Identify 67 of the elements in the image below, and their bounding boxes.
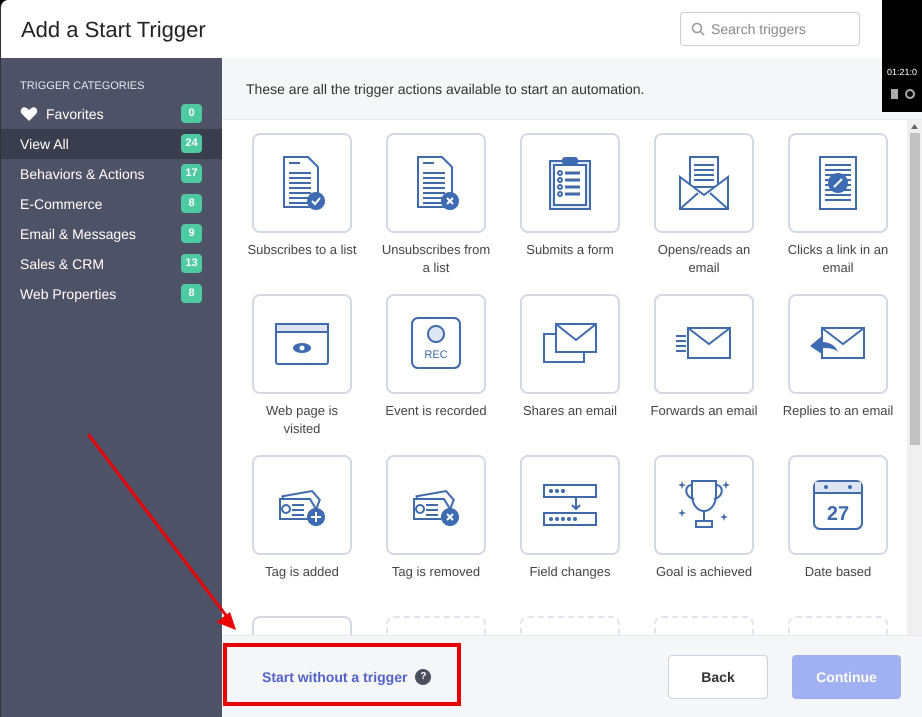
trigger-tile[interactable] [252,455,352,555]
category-item[interactable]: View All 24 [1,128,222,158]
player-time: 01:21:0 [886,66,918,79]
trigger-label: Subscribes to a list [246,241,358,259]
count-badge: 8 [181,284,202,303]
category-item[interactable]: Favorites 0 [1,98,222,128]
trigger-label: Unsubscribes from a list [380,241,492,277]
dialog-title: Add a Start Trigger [21,16,206,44]
trigger-label: Replies to an email [782,402,894,420]
trigger-label: Forwards an email [650,402,758,420]
category-item[interactable]: Web Properties 8 [1,278,222,308]
trigger-tile[interactable] [788,133,888,233]
heart-icon [20,106,38,122]
record-icon [411,317,461,369]
trigger-tile[interactable] [520,133,620,233]
trigger-tile[interactable] [654,455,754,555]
count-badge: 0 [181,104,202,123]
trigger-label: Submits a form [525,241,615,259]
trigger-label: Tag is removed [390,563,482,581]
count-badge: 24 [181,134,202,153]
trigger-label: Goal is achieved [654,563,754,581]
count-badge: 13 [181,254,202,273]
start-without-trigger-link[interactable]: Start without a trigger [262,666,408,686]
category-item[interactable]: Behaviors & Actions 17 [1,158,222,188]
trigger-tile[interactable] [520,294,620,394]
trigger-tile[interactable] [386,133,486,233]
trigger-tile[interactable] [252,133,352,233]
category-item[interactable]: E-Commerce 8 [1,188,222,218]
trigger-tile[interactable] [654,294,754,394]
category-item[interactable]: Email & Messages 9 [1,218,222,248]
trigger-label: Clicks a link in an email [786,241,890,277]
trigger-tile[interactable]: REC [386,294,486,394]
sidebar-heading: TRIGGER CATEGORIES [19,79,146,94]
help-icon[interactable]: ? [415,668,432,684]
search-icon [691,22,705,36]
count-badge: 9 [181,224,202,243]
category-label: View All [20,134,69,154]
trigger-tile[interactable] [386,455,486,555]
category-label: Behaviors & Actions [20,164,145,184]
trigger-tile[interactable]: 27 [788,455,888,555]
trigger-tile[interactable] [788,294,888,394]
category-label: Email & Messages [20,224,136,244]
search-field[interactable]: Search triggers [680,12,860,46]
trigger-tile[interactable] [654,133,754,233]
trigger-tile[interactable] [252,294,352,394]
category-label: Favorites [46,104,104,124]
trigger-label: Web page is visited [264,402,340,438]
trigger-label: Field changes [528,563,612,581]
count-badge: 8 [181,194,202,213]
scroll-up-icon[interactable] [911,124,918,129]
intro-text: These are all the trigger actions available to start an automation. [246,80,644,98]
category-item[interactable]: Sales & CRM 13 [1,248,222,278]
trigger-label: Opens/reads an email [656,241,752,277]
trigger-label: Tag is added [264,563,340,581]
back-button[interactable]: Back [668,654,768,698]
date-number: 27 [826,503,850,525]
count-badge: 17 [181,164,202,183]
category-label: Web Properties [20,284,116,304]
trigger-label: Date based [804,563,872,581]
trigger-tile[interactable] [520,455,620,555]
category-label: Sales & CRM [20,254,104,274]
trigger-label: Event is recorded [384,402,488,420]
scrollbar[interactable] [907,120,922,635]
trigger-label: Shares an email [522,402,618,420]
rec-label: REC [424,349,448,361]
category-label: E-Commerce [20,194,102,214]
calendar-icon [813,480,863,530]
